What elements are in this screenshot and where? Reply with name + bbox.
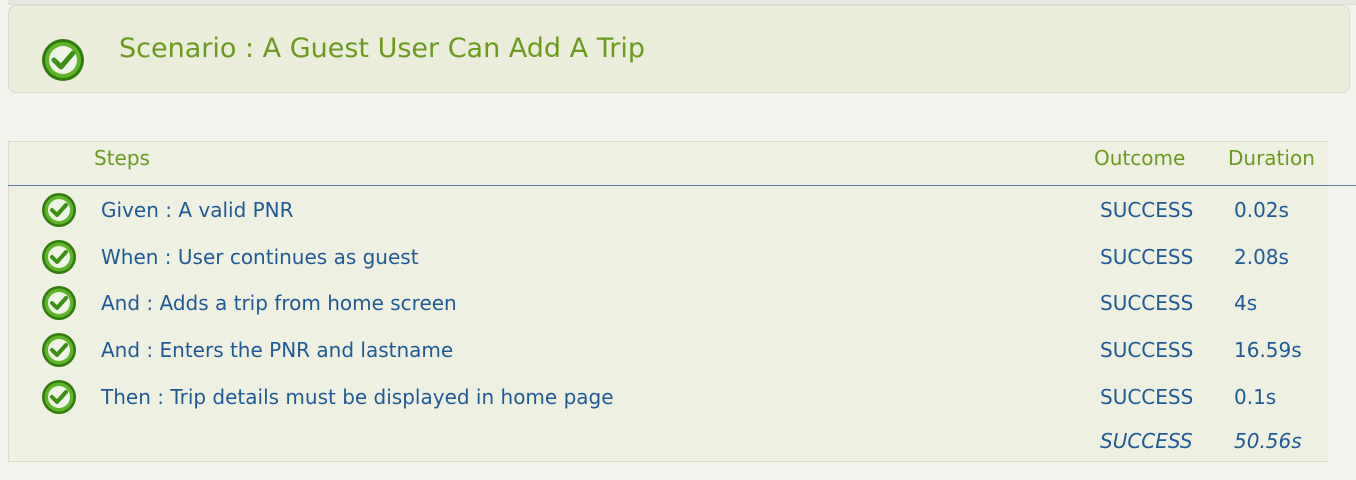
header-divider xyxy=(8,185,1356,186)
success-check-icon xyxy=(42,240,76,274)
step-description: Given : A valid PNR xyxy=(101,198,294,222)
scenario-title: Scenario : A Guest User Can Add A Trip xyxy=(119,33,645,64)
success-check-icon xyxy=(42,39,84,81)
step-description: And : Adds a trip from home screen xyxy=(101,291,457,315)
step-duration: 16.59s xyxy=(1234,338,1302,362)
summary-duration: 50.56s xyxy=(1234,429,1302,453)
scenario-header: Scenario : A Guest User Can Add A Trip xyxy=(8,5,1350,93)
duration-column-header: Duration xyxy=(1228,146,1315,170)
step-duration: 2.08s xyxy=(1234,245,1289,269)
steps-column-header: Steps xyxy=(94,146,150,170)
summary-outcome: SUCCESS xyxy=(1100,429,1193,453)
step-outcome: SUCCESS xyxy=(1100,385,1194,409)
step-description: Then : Trip details must be displayed in… xyxy=(101,385,614,409)
success-check-icon xyxy=(42,380,76,414)
success-check-icon xyxy=(42,286,76,320)
step-outcome: SUCCESS xyxy=(1100,291,1194,315)
step-outcome: SUCCESS xyxy=(1100,338,1194,362)
step-outcome: SUCCESS xyxy=(1100,198,1194,222)
step-duration: 4s xyxy=(1234,291,1258,315)
step-duration: 0.1s xyxy=(1234,385,1277,409)
step-outcome: SUCCESS xyxy=(1100,245,1194,269)
success-check-icon xyxy=(42,333,76,367)
outcome-column-header: Outcome xyxy=(1094,146,1186,170)
success-check-icon xyxy=(42,193,76,227)
step-duration: 0.02s xyxy=(1234,198,1289,222)
step-description: When : User continues as guest xyxy=(101,245,419,269)
step-description: And : Enters the PNR and lastname xyxy=(101,338,454,362)
